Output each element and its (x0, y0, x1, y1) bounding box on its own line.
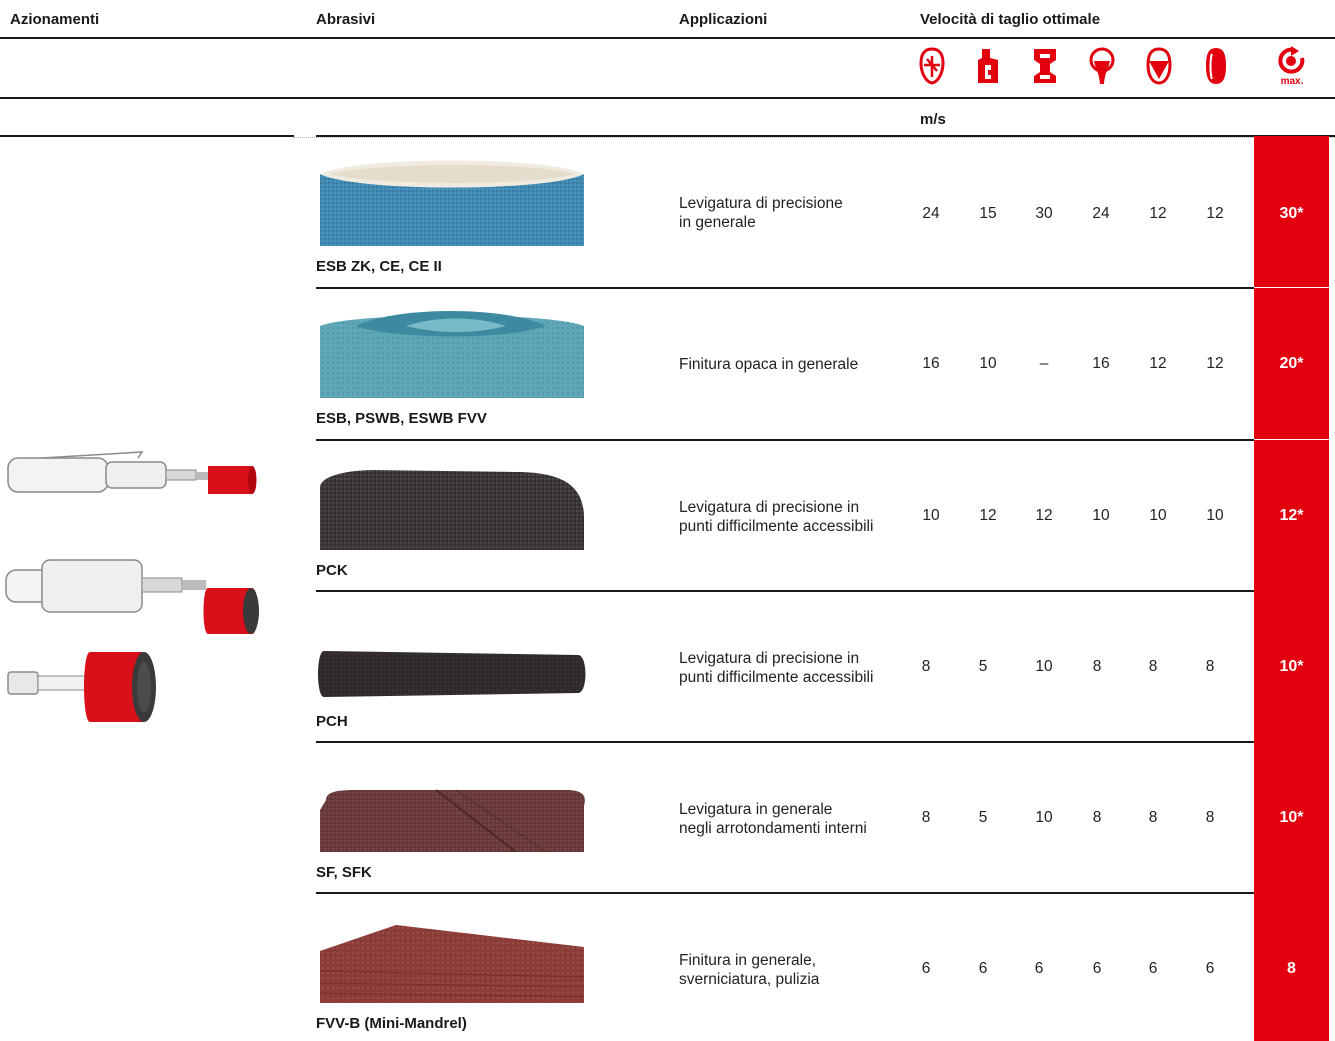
application-text: Levigatura in generale negli arrotondamen… (679, 801, 867, 837)
product-name: FVV-B (Mini-Mandrel) (316, 1015, 467, 1032)
max-speed-value: 8 (1287, 960, 1296, 977)
speed-steel: 16 (922, 355, 940, 372)
speed-cast-iron: 12 (1035, 507, 1053, 524)
header-speed: Velocità di taglio ottimale (920, 11, 1101, 28)
speed-plastic: 12 (1206, 355, 1224, 372)
product-image-fvv-b (316, 911, 588, 1003)
speed-plastic: 6 (1205, 960, 1215, 977)
speed-steel: 10 (922, 507, 940, 524)
max-speed-cell: 12* (1254, 440, 1329, 591)
max-speed-value: 10* (1279, 658, 1304, 675)
table-row: SF, SFK Levigatura in generale negli arro… (0, 742, 1335, 893)
max-speed-value: 12* (1279, 507, 1304, 524)
speed-plastic: 12 (1206, 205, 1224, 222)
stainless-steel-icon (974, 46, 1002, 86)
speed-cast-iron: 10 (1035, 658, 1053, 675)
product-name: ESB ZK, CE, CE II (316, 258, 442, 275)
speed-cast-iron: 10 (1035, 809, 1053, 826)
max-speed-cell: 10* (1254, 591, 1329, 742)
speed-aluminium: 10 (1149, 507, 1167, 524)
speed-stainless: 5 (978, 809, 988, 826)
speed-aluminium: 8 (1148, 658, 1158, 675)
product-image-pck (316, 458, 588, 550)
max-speed-value: 20* (1279, 355, 1304, 372)
speed-non-ferrous: 8 (1092, 658, 1102, 675)
speed-plastic: 8 (1205, 809, 1215, 826)
product-image-esb-fvv (316, 306, 588, 398)
speed-steel: 8 (921, 658, 931, 675)
speed-stainless: 5 (978, 658, 988, 675)
steel-icon (918, 46, 946, 86)
table-row: ESB ZK, CE, CE II Levigatura di precisio… (0, 136, 1335, 287)
speed-non-ferrous: 16 (1092, 355, 1110, 372)
speed-steel: 6 (921, 960, 931, 977)
table-row: ESB, PSWB, ESWB FVV Finitura opaca in ge… (0, 288, 1335, 439)
application-text: Finitura in generale, sverniciatura, puli… (679, 952, 820, 988)
max-speed-cell: 20* (1254, 288, 1329, 439)
speed-non-ferrous: 8 (1092, 809, 1102, 826)
max-speed-value: 10* (1279, 809, 1304, 826)
table-row: PCK Levigatura di precisione in punti dif… (0, 440, 1335, 591)
speed-steel: 24 (922, 205, 940, 222)
product-name: PCK (316, 562, 348, 579)
product-name: PCH (316, 713, 348, 730)
speed-plastic: 10 (1206, 507, 1224, 524)
product-name: SF, SFK (316, 864, 372, 881)
speed-cast-iron: 30 (1035, 205, 1053, 222)
speed-non-ferrous: 6 (1092, 960, 1102, 977)
speed-steel: 8 (921, 809, 931, 826)
header-applications: Applicazioni (679, 11, 768, 28)
application-text: Levigatura di precisione in generale (679, 195, 843, 231)
speed-non-ferrous: 10 (1092, 507, 1110, 524)
application-text: Levigatura di precisione in punti diffici… (679, 499, 874, 535)
speed-plastic: 8 (1205, 658, 1215, 675)
aluminium-icon (1145, 46, 1173, 86)
max-speed-cell: 8 (1254, 893, 1329, 1041)
header-rule (0, 37, 1335, 39)
header-abrasives: Abrasivi (316, 11, 376, 28)
unit-label: m/s (920, 111, 946, 128)
speed-non-ferrous: 24 (1092, 205, 1110, 222)
speed-stainless: 15 (979, 205, 997, 222)
max-speed-value: 30* (1279, 205, 1304, 222)
speed-cast-iron: 6 (1034, 960, 1044, 977)
speed-cast-iron: – (1039, 355, 1049, 372)
non-ferrous-icon (1088, 46, 1116, 86)
speed-aluminium: 8 (1148, 809, 1158, 826)
speed-aluminium: 12 (1149, 205, 1167, 222)
application-text: Levigatura di precisione in punti diffici… (679, 650, 874, 686)
speed-stainless: 12 (979, 507, 997, 524)
speed-aluminium: 12 (1149, 355, 1167, 372)
speed-aluminium: 6 (1148, 960, 1158, 977)
max-icon-label: max. (1281, 76, 1304, 86)
plastic-icon (1202, 46, 1230, 86)
max-speed-icon: max. (1276, 46, 1308, 86)
product-image-sf (316, 760, 588, 852)
speed-stainless: 6 (978, 960, 988, 977)
table-row: FVV-B (Mini-Mandrel) Finitura in general… (0, 893, 1335, 1041)
max-speed-cell: 10* (1254, 742, 1329, 893)
application-text: Finitura opaca in generale (679, 356, 859, 373)
table-row: PCH Levigatura di precisione in punti dif… (0, 591, 1335, 742)
header-drives: Azionamenti (10, 11, 100, 28)
product-image-pch (316, 609, 588, 701)
max-speed-cell: 30* (1254, 136, 1329, 287)
cast-iron-icon (1031, 46, 1059, 86)
speed-stainless: 10 (979, 355, 997, 372)
product-name: ESB, PSWB, ESWB FVV (316, 410, 487, 427)
icon-rule (0, 97, 1335, 99)
product-image-esb-zk (316, 154, 588, 246)
